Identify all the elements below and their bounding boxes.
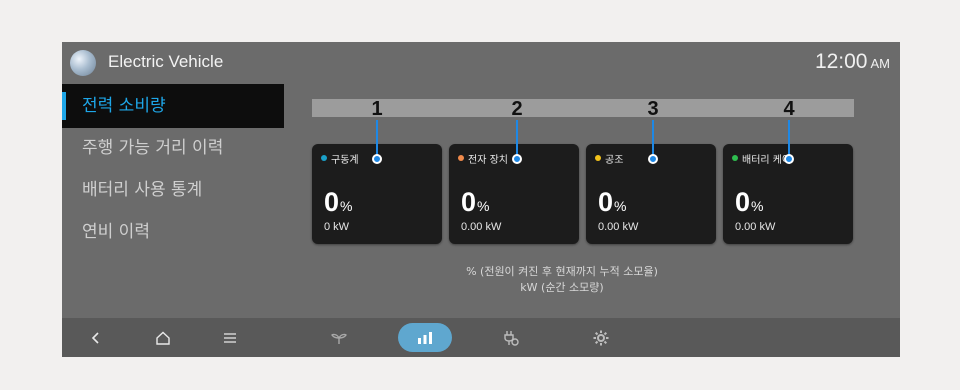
percent-value: 0%	[735, 187, 764, 217]
callout-number: 2	[511, 98, 523, 120]
energy-chart-button[interactable]	[398, 323, 452, 352]
menu-button[interactable]	[218, 323, 242, 352]
callout-dot	[784, 154, 794, 164]
sidebar-item-driving-range-history[interactable]: 주행 가능 거리 이력	[62, 126, 284, 170]
callout-dot	[512, 154, 522, 164]
ev-screen: Electric Vehicle 12:00 AM 전력 소비량 주행 가능 거리…	[62, 42, 900, 357]
eco-button[interactable]	[326, 323, 352, 352]
app-title: Electric Vehicle	[108, 52, 224, 71]
callout-line	[788, 120, 790, 156]
back-icon	[91, 331, 99, 344]
plug-settings-icon	[504, 330, 519, 346]
back-button[interactable]	[84, 323, 108, 352]
card-label: 전자 장치	[468, 155, 508, 166]
callout-number: 1	[371, 98, 383, 120]
kw-value: 0.00 kW	[461, 221, 502, 233]
percent-value: 0%	[324, 187, 353, 217]
charging-settings-button[interactable]	[498, 323, 524, 352]
card-label: 공조	[605, 155, 624, 166]
battery-care-color-dot	[732, 155, 738, 161]
clock-ampm: AM	[870, 56, 891, 71]
footnote-percent-legend: % (전원이 켜진 후 현재까지 누적 소모율)	[466, 265, 658, 278]
menu-icon	[224, 332, 236, 343]
clock: 12:00 AM	[815, 50, 890, 74]
bottom-nav-bar	[62, 318, 900, 357]
electric-vehicle-icon	[70, 50, 96, 76]
home-button[interactable]	[150, 323, 176, 352]
card-label: 구동계	[331, 155, 359, 166]
kw-value: 0 kW	[324, 221, 350, 233]
callout-number: 4	[783, 98, 795, 120]
sidebar-item-battery-usage-stats[interactable]: 배터리 사용 통계	[62, 168, 284, 212]
callout-dot	[648, 154, 658, 164]
consumption-bar	[312, 99, 854, 117]
electronics-color-dot	[458, 155, 464, 161]
gear-icon	[593, 330, 609, 345]
clock-time: 12:00	[814, 50, 868, 73]
kw-value: 0.00 kW	[735, 221, 776, 233]
climate-color-dot	[595, 155, 601, 161]
percent-value: 0%	[461, 187, 490, 217]
kw-value: 0.00 kW	[598, 221, 639, 233]
callout-line	[652, 120, 654, 156]
footnote-kw-legend: kW (순간 소모량)	[520, 281, 604, 294]
header: Electric Vehicle 12:00 AM	[62, 42, 900, 84]
callout-number: 3	[647, 98, 659, 120]
drivetrain-color-dot	[321, 155, 327, 161]
bar-chart-icon	[418, 331, 432, 344]
percent-value: 0%	[598, 187, 627, 217]
callout-line	[516, 120, 518, 156]
sidebar-item-efficiency-history[interactable]: 연비 이력	[62, 210, 284, 254]
home-icon	[156, 331, 170, 345]
eco-sprout-icon	[331, 333, 347, 344]
sidebar-item-power-consumption[interactable]: 전력 소비량	[62, 84, 284, 128]
settings-button[interactable]	[588, 323, 614, 352]
callout-dot	[372, 154, 382, 164]
footnote: % (전원이 켜진 후 현재까지 누적 소모율) kW (순간 소모량)	[362, 264, 762, 296]
callout-line	[376, 120, 378, 156]
